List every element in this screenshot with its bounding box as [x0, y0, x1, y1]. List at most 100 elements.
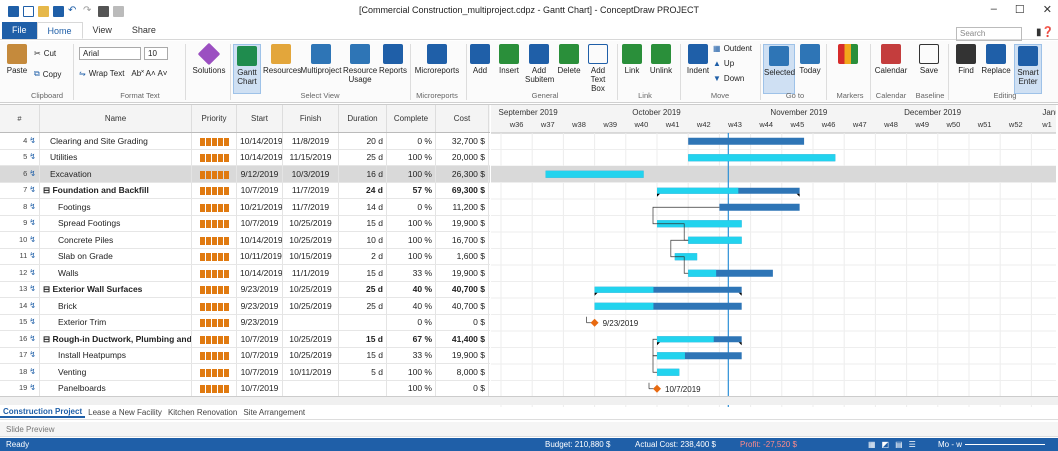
- tab-home[interactable]: Home: [36, 22, 83, 39]
- task-name[interactable]: ⊟ Foundation and Backfill: [40, 182, 192, 199]
- table-row[interactable]: 17 ↯ Install Heatpumps 10/7/2019 10/25/2019 1…: [0, 347, 490, 364]
- info-icon[interactable]: ↯: [29, 331, 36, 347]
- start-cell[interactable]: 9/23/2019: [237, 314, 283, 331]
- priority-cell[interactable]: [192, 363, 237, 380]
- row-number[interactable]: 5 ↯: [0, 149, 40, 166]
- table-row[interactable]: 12 ↯ Walls 10/14/2019 11/1/2019 15 d 33 % 19,90…: [0, 264, 490, 282]
- cost-cell[interactable]: 16,700 $: [436, 231, 489, 248]
- cost-cell[interactable]: 19,900 $: [436, 264, 489, 281]
- table-row[interactable]: 11 ↯ Slab on Grade 10/11/2019 10/15/2019 2 d1…: [0, 248, 490, 265]
- col-finish[interactable]: Finish: [283, 105, 339, 132]
- project-tab[interactable]: Construction Project: [0, 407, 86, 418]
- start-cell[interactable]: 10/7/2019: [237, 330, 283, 347]
- table-row[interactable]: 7 ↯ ⊟ Foundation and Backfill 10/7/2019 11/7…: [0, 182, 490, 199]
- start-cell[interactable]: 10/7/2019: [237, 347, 283, 364]
- tab-share[interactable]: Share: [122, 22, 166, 39]
- row-number[interactable]: 11 ↯: [0, 248, 40, 265]
- cost-cell[interactable]: 19,900 $: [436, 347, 489, 364]
- task-name[interactable]: Venting: [40, 363, 192, 380]
- task-name[interactable]: Slab on Grade: [40, 248, 192, 265]
- finish-cell[interactable]: 10/15/2019: [283, 248, 339, 265]
- insert-button[interactable]: Insert: [495, 44, 523, 75]
- gantt-canvas[interactable]: September 2019 October 2019 November 2019 D…: [491, 105, 1056, 407]
- smart-enter-button[interactable]: Smart Enter: [1014, 44, 1042, 94]
- info-icon[interactable]: ↯: [29, 281, 36, 297]
- row-number[interactable]: 13 ↯: [0, 281, 40, 298]
- save-baseline-button[interactable]: Save: [914, 44, 944, 75]
- col-priority[interactable]: Priority: [192, 105, 237, 132]
- duration-cell[interactable]: 15 d: [339, 215, 387, 232]
- project-tab[interactable]: Kitchen Renovation: [165, 408, 240, 417]
- task-name[interactable]: Utilities: [40, 149, 192, 166]
- table-row[interactable]: 19 ↯ Panelboards 10/7/2019 100 % 0 $: [0, 380, 490, 397]
- indent-button[interactable]: Indent: [684, 44, 712, 75]
- unlink-button[interactable]: Unlink: [648, 44, 674, 75]
- complete-cell[interactable]: 0 %: [387, 132, 436, 149]
- task-name[interactable]: Excavation: [40, 165, 192, 182]
- finish-cell[interactable]: 10/25/2019: [283, 297, 339, 314]
- solutions-button[interactable]: Solutions: [190, 42, 228, 75]
- tab-file[interactable]: File: [2, 22, 37, 39]
- duration-cell[interactable]: 10 d: [339, 231, 387, 248]
- complete-cell[interactable]: 100 %: [387, 165, 436, 182]
- outdent-button[interactable]: ▦ Outdent: [713, 44, 752, 53]
- cost-cell[interactable]: 19,900 $: [436, 215, 489, 232]
- delete-button[interactable]: Delete: [555, 44, 583, 75]
- task-name[interactable]: ⊟ Exterior Wall Surfaces: [40, 281, 192, 298]
- start-cell[interactable]: 9/23/2019: [237, 297, 283, 314]
- replace-button[interactable]: Replace: [980, 44, 1012, 75]
- duration-cell[interactable]: 14 d: [339, 198, 387, 215]
- priority-cell[interactable]: [192, 330, 237, 347]
- reports-button[interactable]: Reports: [378, 44, 408, 75]
- horizontal-scrollbar[interactable]: [0, 396, 1058, 405]
- cost-cell[interactable]: 1,600 $: [436, 248, 489, 265]
- priority-cell[interactable]: [192, 264, 237, 281]
- table-row[interactable]: 13 ↯ ⊟ Exterior Wall Surfaces 9/23/2019 10/2…: [0, 281, 490, 298]
- priority-cell[interactable]: [192, 314, 237, 331]
- task-name[interactable]: Exterior Trim: [40, 314, 192, 331]
- info-icon[interactable]: ↯: [29, 149, 36, 165]
- finish-cell[interactable]: 10/11/2019: [283, 363, 339, 380]
- table-row[interactable]: 4 ↯ Clearing and Site Grading 10/14/2019 11/…: [0, 132, 490, 150]
- add-text-box-button[interactable]: Add Text Box: [583, 44, 613, 93]
- priority-cell[interactable]: [192, 165, 237, 182]
- info-icon[interactable]: ↯: [29, 364, 36, 380]
- copy-button[interactable]: ⧉ Copy: [34, 69, 61, 79]
- complete-cell[interactable]: 33 %: [387, 347, 436, 364]
- font-grow-icon[interactable]: Ab˟ A˄ A˅: [131, 69, 167, 78]
- down-button[interactable]: ▼ Down: [713, 74, 744, 83]
- info-icon[interactable]: ↯: [29, 199, 36, 215]
- col-name[interactable]: Name: [40, 105, 192, 132]
- complete-cell[interactable]: 57 %: [387, 182, 436, 199]
- task-name[interactable]: Panelboards: [40, 380, 192, 397]
- start-cell[interactable]: 9/23/2019: [237, 281, 283, 298]
- task-name[interactable]: Footings: [40, 198, 192, 215]
- task-name[interactable]: Brick: [40, 297, 192, 314]
- complete-cell[interactable]: 33 %: [387, 264, 436, 281]
- finish-cell[interactable]: 11/1/2019: [283, 264, 339, 281]
- col-duration[interactable]: Duration: [339, 105, 387, 132]
- info-icon[interactable]: ↯: [29, 265, 36, 281]
- priority-cell[interactable]: [192, 132, 237, 149]
- start-cell[interactable]: 9/12/2019: [237, 165, 283, 182]
- task-name[interactable]: Walls: [40, 264, 192, 281]
- finish-cell[interactable]: [283, 314, 339, 331]
- priority-cell[interactable]: [192, 198, 237, 215]
- markers-button[interactable]: [830, 44, 866, 66]
- start-cell[interactable]: 10/14/2019: [237, 231, 283, 248]
- project-tab[interactable]: Site Arrangement: [240, 408, 308, 417]
- complete-cell[interactable]: 100 %: [387, 149, 436, 166]
- finish-cell[interactable]: 11/15/2019: [283, 149, 339, 166]
- selected-button[interactable]: Selected: [763, 44, 795, 94]
- close-button[interactable]: ✕: [1043, 3, 1052, 16]
- priority-cell[interactable]: [192, 248, 237, 265]
- add-subitem-button[interactable]: Add Subitem: [525, 44, 554, 84]
- duration-cell[interactable]: 20 d: [339, 132, 387, 149]
- finish-cell[interactable]: 10/25/2019: [283, 215, 339, 232]
- cost-cell[interactable]: 32,700 $: [436, 132, 489, 149]
- start-cell[interactable]: 10/14/2019: [237, 132, 283, 149]
- priority-cell[interactable]: [192, 182, 237, 199]
- priority-cell[interactable]: [192, 347, 237, 364]
- duration-cell[interactable]: [339, 314, 387, 331]
- row-number[interactable]: 10 ↯: [0, 231, 40, 248]
